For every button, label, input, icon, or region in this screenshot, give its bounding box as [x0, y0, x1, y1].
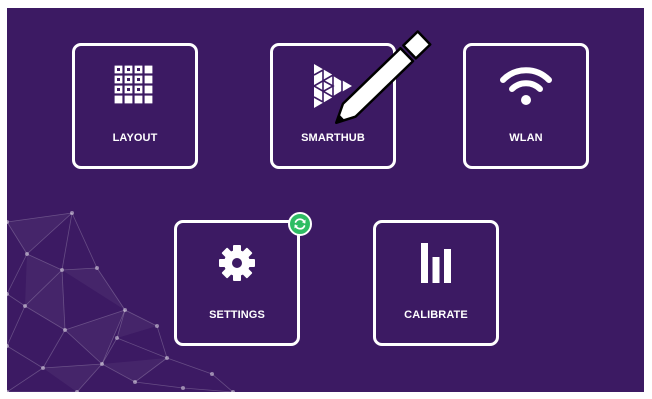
- refresh-icon: [294, 218, 306, 230]
- wlan-tile[interactable]: WLAN: [463, 43, 589, 169]
- wlan-label: WLAN: [509, 132, 543, 144]
- calibrate-label: CALIBRATE: [404, 309, 468, 321]
- layout-label: LAYOUT: [112, 132, 158, 144]
- smarthub-tile[interactable]: SMARTHUB: [270, 43, 396, 169]
- smarthub-label: SMARTHUB: [301, 132, 365, 144]
- gear-icon: [177, 235, 297, 291]
- wifi-icon: [466, 58, 586, 114]
- update-badge: [288, 212, 312, 236]
- bars-icon: [376, 235, 496, 291]
- grid-icon: [75, 58, 195, 114]
- layout-tile[interactable]: LAYOUT: [72, 43, 198, 169]
- play-triangle-icon: [273, 58, 393, 114]
- home-screen: LAYOUT SMARTHUB WLAN SETTINGS CALIBRATE: [7, 8, 644, 392]
- settings-label: SETTINGS: [209, 309, 265, 321]
- calibrate-tile[interactable]: CALIBRATE: [373, 220, 499, 346]
- settings-tile[interactable]: SETTINGS: [174, 220, 300, 346]
